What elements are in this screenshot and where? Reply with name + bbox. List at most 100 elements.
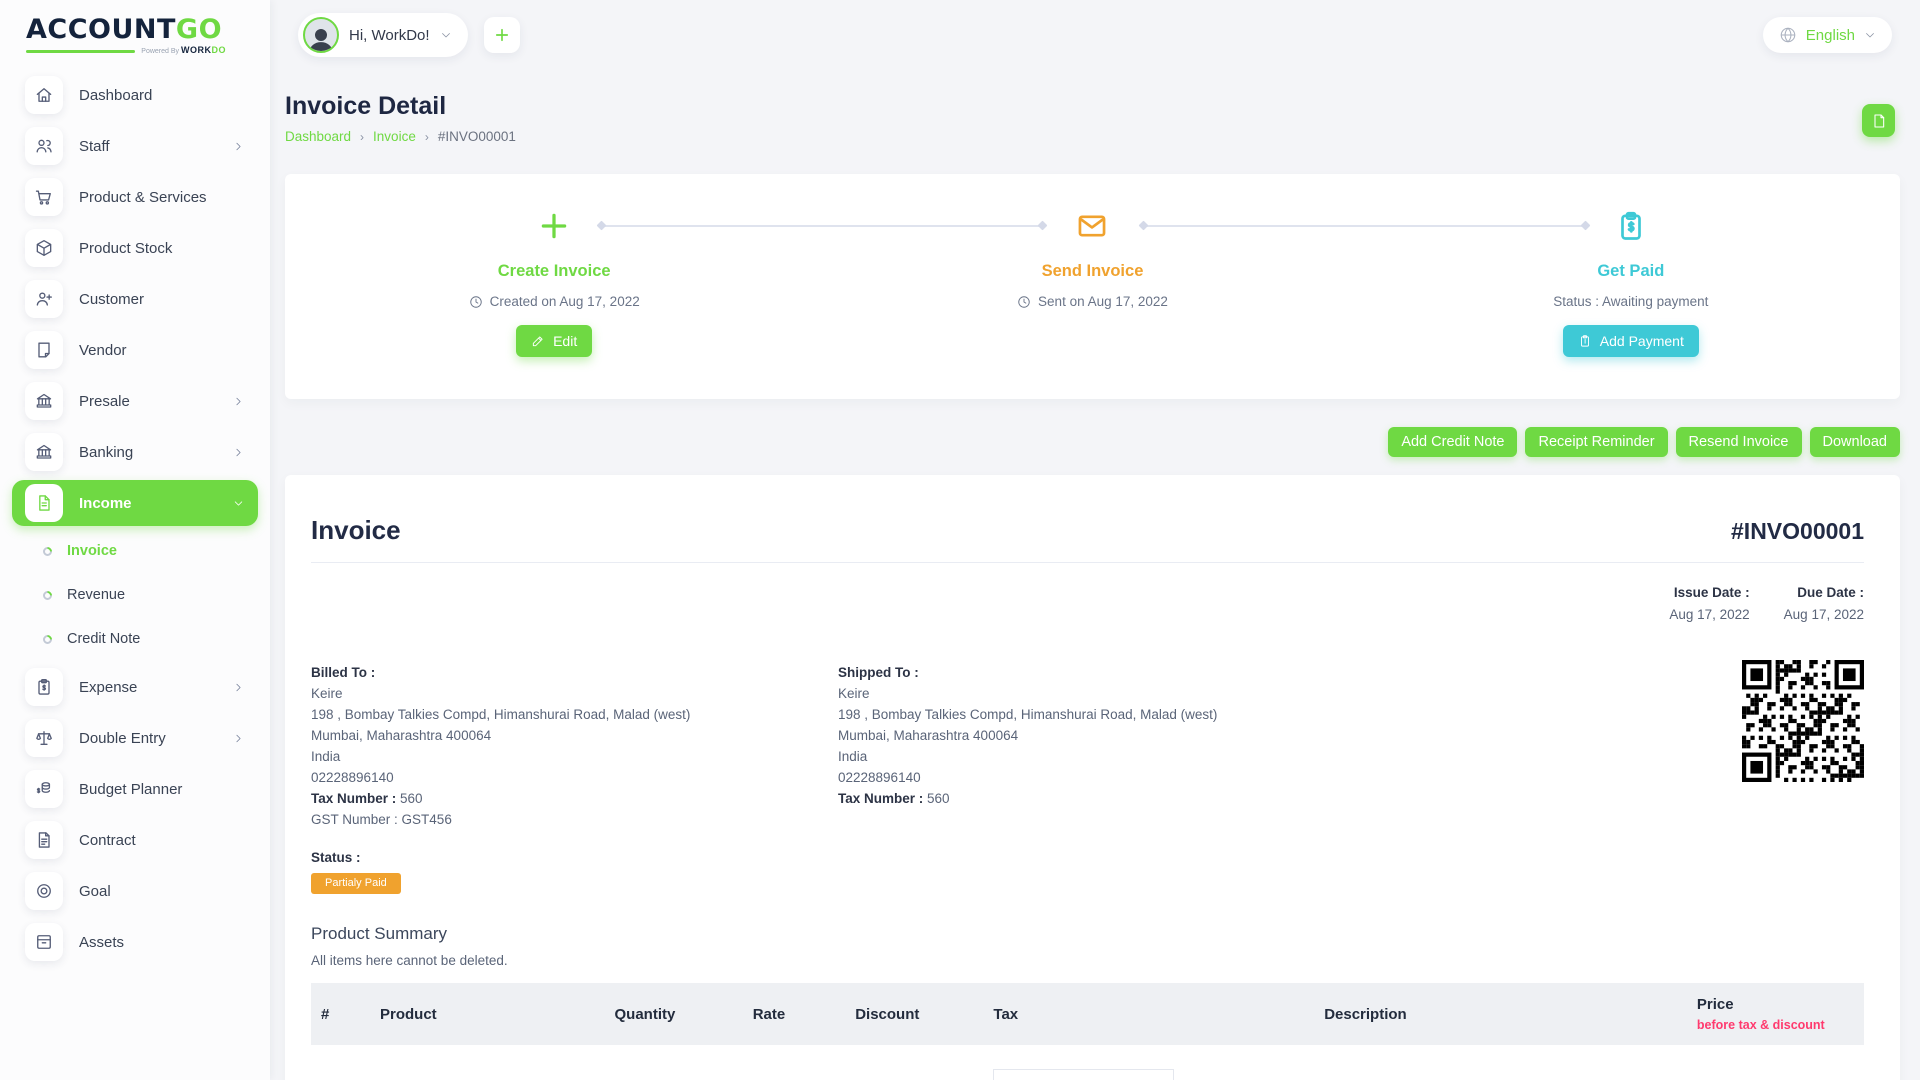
sidebar-item-goal[interactable]: Goal [12,868,258,914]
sidebar-item-presale[interactable]: Presale [12,378,258,424]
sidebar-item-label: Staff [79,138,110,155]
topbar: Hi, WorkDo! English [270,0,1920,70]
clipboard-dollar-icon [1604,206,1658,246]
home-icon [25,76,63,114]
file-text-icon [25,821,63,859]
step-title: Create Invoice [498,262,611,281]
archive-icon [25,923,63,961]
users-icon [25,127,63,165]
chevron-right-icon [232,140,245,153]
col-rate: Rate [743,983,845,1045]
col-description: Description [1314,983,1687,1045]
product-table: # Product Quantity Rate Discount Tax Des… [311,983,1864,1080]
avatar [303,17,339,53]
quick-add-button[interactable] [484,17,520,53]
sidebar-subitem-label: Credit Note [67,631,140,647]
sidebar-item-staff[interactable]: Staff [12,123,258,169]
app-logo[interactable]: ACCOUNTGO Powered By WORKDO [0,0,270,55]
sidebar-subitem-credit-note[interactable]: Credit Note [30,619,258,659]
sidebar-item-budget-planner[interactable]: Budget Planner [12,766,258,812]
sidebar-item-income[interactable]: Income [12,480,258,526]
edit-invoice-button[interactable]: Edit [516,325,592,357]
invoice-card: Invoice #INVO00001 Issue Date : Aug 17, … [285,475,1900,1080]
breadcrumb-separator: › [425,130,429,144]
sidebar-item-vendor[interactable]: Vendor [12,327,258,373]
breadcrumb-dashboard[interactable]: Dashboard [285,129,351,144]
sidebar-item-label: Product Stock [79,240,172,257]
page-title: Invoice Detail [285,92,1900,121]
sidebar-subitem-revenue[interactable]: Revenue [30,575,258,615]
sidebar-item-label: Contract [79,832,136,849]
clock-icon [1017,295,1031,309]
step-send-invoice: Send Invoice Sent on Aug 17, 2022 [823,174,1361,399]
file-invoice-icon [25,484,63,522]
chevron-right-icon [232,732,245,745]
sidebar-item-assets[interactable]: Assets [12,919,258,965]
sidebar-item-contract[interactable]: Contract [12,817,258,863]
due-date: Due Date : Aug 17, 2022 [1784,585,1864,622]
document-icon [1871,113,1887,129]
sidebar-item-product-stock[interactable]: Product Stock [12,225,258,271]
sidebar-item-banking[interactable]: Banking [12,429,258,475]
clipboard-dollar-icon [1578,334,1592,348]
cell-description: Giving information on its origins. [1314,1045,1687,1080]
sidebar-item-label: Vendor [79,342,127,359]
bullet-icon [41,633,54,646]
cell-num: 1 [311,1045,370,1080]
step-get-paid: Get Paid Status : Awaiting payment Add P… [1362,174,1900,399]
chevron-down-icon [1864,29,1876,41]
globe-icon [1779,26,1797,44]
sidebar-item-label: Product & Services [79,189,207,206]
invoice-dates: Issue Date : Aug 17, 2022 Due Date : Aug… [311,585,1864,622]
sidebar: ACCOUNTGO Powered By WORKDO Dashboard Sta… [0,0,270,1080]
breadcrumb: Dashboard › Invoice › #INVO00001 [285,129,1900,144]
sidebar-item-label: Assets [79,934,124,951]
sidebar-item-dashboard[interactable]: Dashboard [12,72,258,118]
col-tax: Tax [983,983,1314,1045]
cell-quantity: 1 (Pc) [605,1045,743,1080]
invoice-number: #INVO00001 [1731,518,1864,545]
user-menu[interactable]: Hi, WorkDo! [298,13,468,57]
step-meta: Status : Awaiting payment [1553,294,1708,309]
billed-to-block: Billed To : Keire 198 , Bombay Talkies C… [311,662,838,830]
sidebar-item-double-entry[interactable]: Double Entry [12,715,258,761]
download-button[interactable]: Download [1810,427,1901,457]
sidebar-item-customer[interactable]: Customer [12,276,258,322]
sidebar-subitem-invoice[interactable]: Invoice [30,531,258,571]
status-badge: Partialy Paid [311,873,401,894]
resend-invoice-button[interactable]: Resend Invoice [1676,427,1802,457]
breadcrumb-invoice[interactable]: Invoice [373,129,416,144]
sidebar-item-label: Expense [79,679,137,696]
add-credit-note-button[interactable]: Add Credit Note [1388,427,1517,457]
receipt-reminder-button[interactable]: Receipt Reminder [1525,427,1667,457]
col-price: Pricebefore tax & discount [1687,983,1864,1045]
bank-icon [25,433,63,471]
chevron-right-icon [232,497,245,510]
pencil-icon [531,334,545,348]
sidebar-item-label: Banking [79,444,133,461]
coins-icon [25,770,63,808]
bullet-icon [41,545,54,558]
col-num: # [311,983,370,1045]
price-note: before tax & discount [1697,1018,1854,1032]
sidebar-item-label: Presale [79,393,130,410]
sidebar-item-label: Income [79,495,132,512]
sidebar-item-product-services[interactable]: Product & Services [12,174,258,220]
table-row: 1 Bicycle Accessories 1 (Pc) 90.00$ 0.00… [311,1045,1864,1080]
invoice-heading: Invoice [311,515,401,546]
invoice-actions: Add Credit Note Receipt Reminder Resend … [285,427,1900,457]
sidebar-subitem-label: Invoice [67,543,117,559]
sidebar-item-expense[interactable]: Expense [12,664,258,710]
sidebar-item-label: Customer [79,291,144,308]
language-selector[interactable]: English [1763,17,1892,53]
cell-tax: CGST (5.5%) 4.95$ [983,1045,1314,1080]
add-payment-button[interactable]: Add Payment [1563,325,1699,357]
sidebar-item-label: Budget Planner [79,781,182,798]
preview-invoice-button[interactable] [1862,104,1895,137]
cell-rate: 90.00$ [743,1045,845,1080]
cell-product: Bicycle Accessories [370,1045,605,1080]
sidebar-subitem-label: Revenue [67,587,125,603]
main-content: Invoice Detail Dashboard › Invoice › #IN… [270,0,1920,1080]
chevron-right-icon [232,681,245,694]
logo-tagline: Powered By WORKDO [141,46,226,55]
